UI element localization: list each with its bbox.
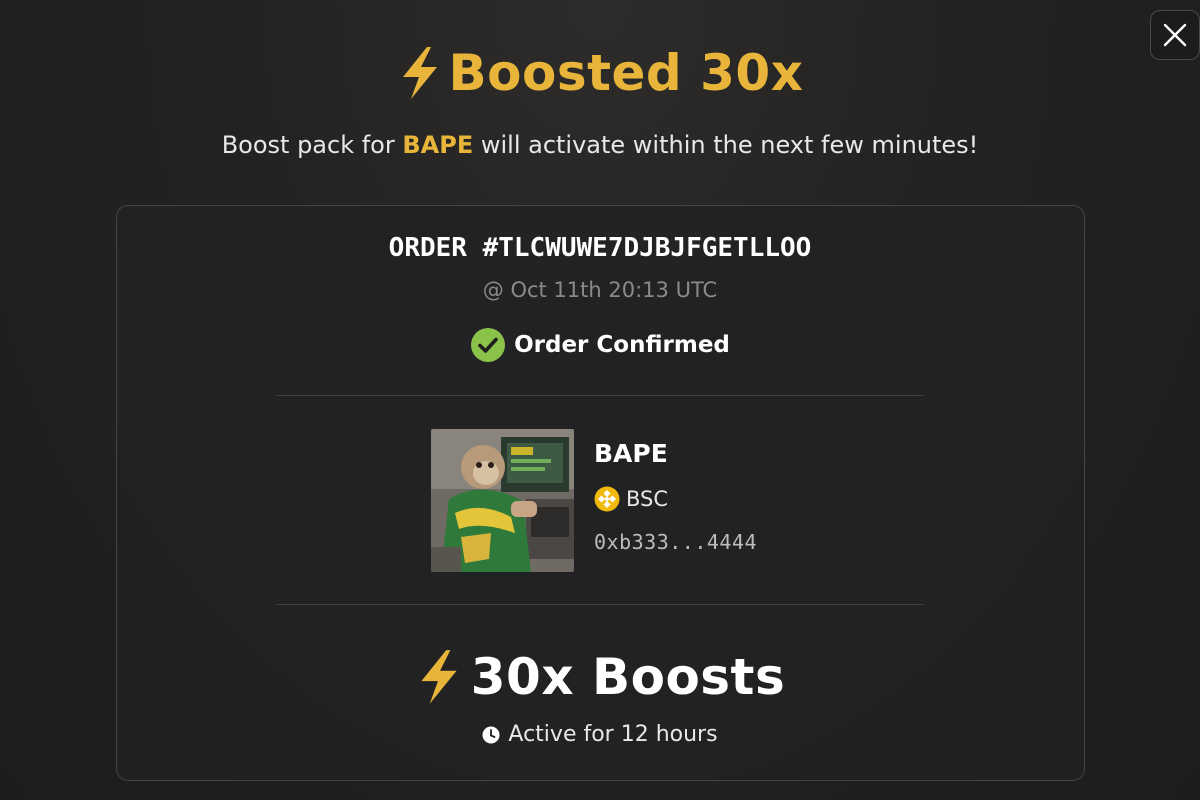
token-details: BAPE BSC 0xb333...4444 <box>431 429 757 572</box>
order-status-label: Order Confirmed <box>514 332 730 358</box>
subtitle-suffix: will activate within the next few minute… <box>473 131 979 159</box>
subtitle: Boost pack for BAPE will activate within… <box>0 131 1200 159</box>
token-info: BAPE BSC 0xb333...4444 <box>594 429 757 572</box>
lightning-bolt-icon <box>421 650 457 704</box>
clock-icon <box>482 726 500 743</box>
divider <box>277 604 923 605</box>
chain-name: BSC <box>626 487 669 511</box>
header-title: Boosted 30x <box>0 44 1200 102</box>
boost-duration: Active for 12 hours <box>0 722 1200 747</box>
bnb-chain-icon <box>594 486 620 512</box>
divider <box>277 395 923 396</box>
token-image <box>431 429 574 572</box>
token-name: BAPE <box>594 439 668 468</box>
boost-label: 30x Boosts <box>470 648 786 706</box>
boost-duration-label: Active for 12 hours <box>508 722 718 747</box>
order-timestamp: @ Oct 11th 20:13 UTC <box>482 278 718 302</box>
token-address[interactable]: 0xb333...4444 <box>594 530 757 554</box>
subtitle-token: BAPE <box>402 131 474 159</box>
lightning-bolt-icon <box>402 47 437 99</box>
check-circle-icon <box>471 328 506 362</box>
boost-summary: 30x Boosts <box>0 648 1200 706</box>
page-title: Boosted 30x <box>448 44 804 102</box>
monkey-token-image <box>431 429 574 572</box>
chain-row: BSC <box>594 486 757 512</box>
order-id: ORDER #TLCWUWE7DJBJFGETLLOO <box>388 233 812 263</box>
subtitle-prefix: Boost pack for <box>221 131 403 159</box>
order-status: Order Confirmed <box>0 327 1200 363</box>
